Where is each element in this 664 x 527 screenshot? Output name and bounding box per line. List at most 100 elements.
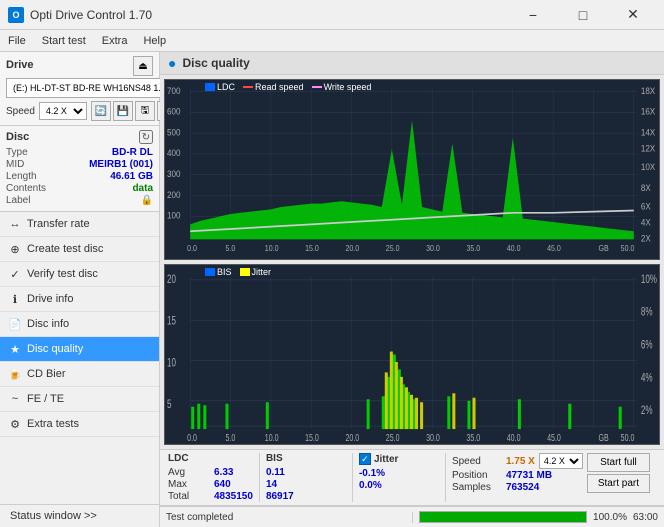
speed-select-drive[interactable]: 4.2 X xyxy=(39,102,87,120)
svg-text:5: 5 xyxy=(167,399,172,412)
position-value: 47731 MB xyxy=(506,470,552,481)
status-bar-sidebar: Status window >> xyxy=(0,504,159,527)
ldc-legend-label: LDC xyxy=(217,82,235,92)
bis-legend-dot xyxy=(205,268,215,276)
start-buttons: Start full Start part xyxy=(587,453,650,502)
nav-cd-bier[interactable]: 🍺 CD Bier xyxy=(0,362,159,387)
drive-info-icon: ℹ xyxy=(8,292,22,306)
nav-fe-te[interactable]: ~ FE / TE xyxy=(0,387,159,412)
svg-text:6X: 6X xyxy=(641,201,651,212)
menu-bar: File Start test Extra Help xyxy=(0,30,664,52)
svg-text:50.0: 50.0 xyxy=(621,432,635,444)
nav-section: ↔ Transfer rate ⊕ Create test disc ✓ Ver… xyxy=(0,212,159,504)
write-speed-legend-dot xyxy=(312,86,322,88)
svg-text:25.0: 25.0 xyxy=(386,432,400,444)
divider-1 xyxy=(259,453,260,502)
ldc-legend-item: LDC xyxy=(205,82,235,92)
close-button[interactable]: ✕ xyxy=(610,3,656,27)
nav-transfer-rate[interactable]: ↔ Transfer rate xyxy=(0,212,159,237)
nav-cd-bier-label: CD Bier xyxy=(27,368,66,380)
contents-value: data xyxy=(132,183,153,194)
ldc-legend-dot xyxy=(205,83,215,91)
svg-text:0.0: 0.0 xyxy=(187,432,197,444)
bis-max-value: 14 xyxy=(266,479,277,490)
start-part-button[interactable]: Start part xyxy=(587,474,650,493)
nav-drive-info[interactable]: ℹ Drive info xyxy=(0,287,159,312)
bis-chart-svg: 20 15 10 5 10% 8% 6% 4% 2% xyxy=(165,265,659,444)
bottom-status-bar: Test completed 100.0% 63:00 xyxy=(160,505,664,527)
samples-value: 763524 xyxy=(506,482,539,493)
speed-current-value: 1.75 X xyxy=(506,456,535,467)
menu-help[interactable]: Help xyxy=(135,30,174,51)
title-bar: O Opti Drive Control 1.70 − □ ✕ xyxy=(0,0,664,30)
svg-text:6%: 6% xyxy=(641,339,653,352)
svg-text:0.0: 0.0 xyxy=(187,243,197,253)
disc-label-value: 🔒 xyxy=(141,195,153,206)
verify-disc-icon: ✓ xyxy=(8,267,22,281)
svg-text:100: 100 xyxy=(167,210,181,221)
drive-label: Drive xyxy=(6,59,34,71)
nav-disc-quality-label: Disc quality xyxy=(27,343,83,355)
nav-create-test-disc[interactable]: ⊕ Create test disc xyxy=(0,237,159,262)
nav-disc-quality[interactable]: ★ Disc quality xyxy=(0,337,159,362)
ldc-chart-legend: LDC Read speed Write speed xyxy=(205,82,371,92)
ldc-stats: LDC Avg 6.33 Max 640 Total 4835150 xyxy=(168,453,253,502)
menu-start-test[interactable]: Start test xyxy=(34,30,94,51)
divider-3 xyxy=(445,453,446,502)
nav-extra-tests-label: Extra tests xyxy=(27,418,79,430)
disc-section-label: Disc xyxy=(6,131,29,143)
drive-eject-button[interactable]: ⏏ xyxy=(133,56,153,76)
transfer-rate-icon: ↔ xyxy=(8,217,22,231)
jitter-legend-label: Jitter xyxy=(252,267,272,277)
ldc-chart-svg: 700 600 500 400 300 200 100 18X 16X 14X … xyxy=(165,80,659,259)
svg-text:700: 700 xyxy=(167,85,181,96)
menu-file[interactable]: File xyxy=(0,30,34,51)
bis-total-value: 86917 xyxy=(266,491,294,502)
jitter-max-value: 0.0% xyxy=(359,480,382,491)
svg-text:15.0: 15.0 xyxy=(305,432,319,444)
svg-text:14X: 14X xyxy=(641,127,656,138)
disc-quality-header-icon: ● xyxy=(168,55,176,71)
extra-tests-icon: ⚙ xyxy=(8,417,22,431)
app-title: Opti Drive Control 1.70 xyxy=(30,8,152,22)
svg-text:2%: 2% xyxy=(641,405,653,418)
speed-info-col: Speed 1.75 X 4.2 X Position 47731 MB Sam… xyxy=(452,453,583,502)
svg-text:GB: GB xyxy=(599,432,609,444)
speed-select-stats[interactable]: 4.2 X xyxy=(539,453,583,469)
divider-2 xyxy=(352,453,353,502)
speed-icon-btn-1[interactable]: 🔄 xyxy=(91,101,111,121)
write-speed-legend-label: Write speed xyxy=(324,82,372,92)
bis-chart-wrapper: BIS Jitter 20 15 10 5 xyxy=(164,264,660,445)
nav-create-test-disc-label: Create test disc xyxy=(27,243,103,255)
nav-verify-test-disc[interactable]: ✓ Verify test disc xyxy=(0,262,159,287)
read-speed-legend-dot xyxy=(243,86,253,88)
bis-chart-legend: BIS Jitter xyxy=(205,267,271,277)
menu-extra[interactable]: Extra xyxy=(94,30,136,51)
jitter-checkbox[interactable]: ✓ xyxy=(359,453,371,465)
svg-text:200: 200 xyxy=(167,189,181,200)
svg-text:4%: 4% xyxy=(641,372,653,385)
disc-refresh-button[interactable]: ↻ xyxy=(139,130,153,144)
speed-icon-btn-3[interactable]: 🖫 xyxy=(135,101,155,121)
svg-text:15: 15 xyxy=(167,315,176,328)
bis-legend-item: BIS xyxy=(205,267,232,277)
svg-text:50.0: 50.0 xyxy=(621,243,635,253)
progress-container: 100.0% 63:00 xyxy=(413,511,664,523)
svg-text:30.0: 30.0 xyxy=(426,432,440,444)
length-value: 46.61 GB xyxy=(110,171,153,182)
disc-info-box: Disc ↻ Type BD-R DL MID MEIRB1 (001) Len… xyxy=(0,126,159,212)
minimize-button[interactable]: − xyxy=(510,3,556,27)
maximize-button[interactable]: □ xyxy=(560,3,606,27)
ldc-avg-value: 6.33 xyxy=(214,467,233,478)
jitter-legend-item: Jitter xyxy=(240,267,272,277)
window-controls: − □ ✕ xyxy=(510,3,656,27)
nav-disc-info[interactable]: 📄 Disc info xyxy=(0,312,159,337)
speed-icon-btn-2[interactable]: 💾 xyxy=(113,101,133,121)
length-label: Length xyxy=(6,171,37,182)
read-speed-legend-item: Read speed xyxy=(243,82,304,92)
svg-text:45.0: 45.0 xyxy=(547,243,561,253)
nav-extra-tests[interactable]: ⚙ Extra tests xyxy=(0,412,159,437)
svg-text:5.0: 5.0 xyxy=(225,243,235,253)
status-window-button[interactable]: Status window >> xyxy=(6,508,153,524)
start-full-button[interactable]: Start full xyxy=(587,453,650,472)
